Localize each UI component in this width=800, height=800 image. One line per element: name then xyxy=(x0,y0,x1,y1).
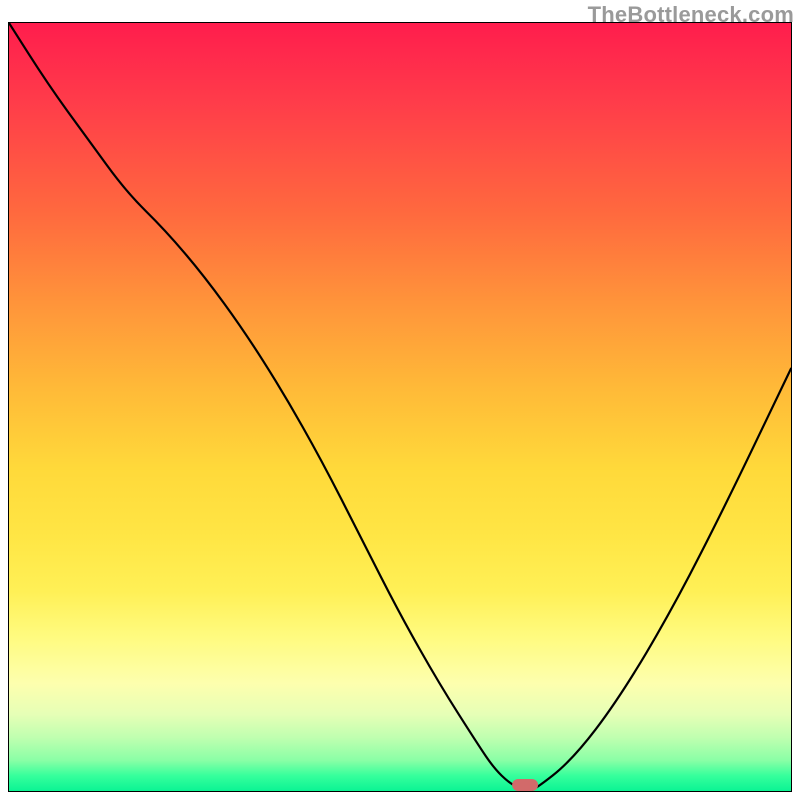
chart-svg xyxy=(9,23,791,791)
bottleneck-curve xyxy=(9,23,791,791)
plot-area xyxy=(8,22,792,792)
current-config-marker xyxy=(512,779,538,791)
chart-root: TheBottleneck.com xyxy=(0,0,800,800)
